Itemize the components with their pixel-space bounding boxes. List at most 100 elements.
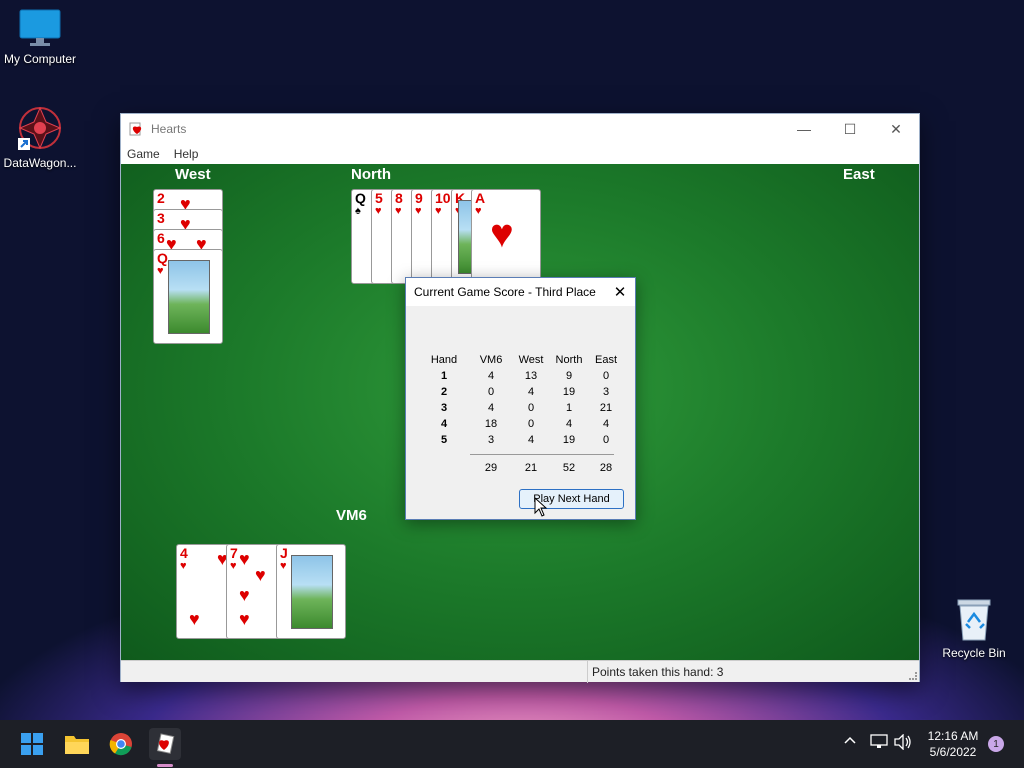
totals-row: 29 21 52 28	[420, 462, 622, 474]
card-rank: 7	[230, 545, 238, 561]
recycle-bin-icon	[957, 599, 991, 641]
score-cell: 0	[602, 370, 610, 382]
score-cell: 0	[602, 434, 610, 446]
desktop-icon-my-computer[interactable]: My Computer	[0, 8, 80, 66]
windows-logo-icon	[21, 733, 43, 755]
datawagon-icon	[18, 106, 62, 150]
hand-number: 5	[440, 434, 448, 446]
north-card: A ♥ ♥	[471, 189, 541, 284]
column-header: West	[518, 354, 544, 366]
system-clock[interactable]: 12:16 AM 5/6/2022	[920, 728, 986, 760]
hearts-app-icon	[129, 122, 142, 136]
score-row: 1 4 13 9 0	[420, 368, 622, 384]
notification-badge[interactable]: 1	[988, 736, 1004, 752]
heart-pip-icon: ♥	[475, 205, 482, 217]
heart-pip-icon: ♥	[280, 560, 287, 572]
column-header: Hand	[430, 354, 458, 366]
card-rank: 4	[180, 545, 188, 561]
card-rank: J	[280, 545, 288, 561]
heart-pip-icon: ♥	[239, 585, 250, 605]
status-points: Points taken this hand: 3	[587, 661, 723, 683]
folder-icon	[65, 736, 89, 754]
card-rank: 9	[415, 190, 423, 206]
player-name-west: West	[175, 166, 211, 183]
taskbar-file-explorer[interactable]	[61, 728, 93, 760]
hand-number: 3	[440, 402, 448, 414]
column-header: VM6	[479, 354, 503, 366]
score-cell: 0	[527, 418, 535, 430]
start-button[interactable]	[16, 728, 48, 760]
desktop-icon-label: My Computer	[3, 52, 77, 66]
taskbar-chrome[interactable]	[105, 728, 137, 760]
column-header: East	[594, 354, 617, 366]
score-table: Hand VM6 West North East 1 4 13 9 0 2 0 …	[420, 352, 622, 448]
heart-pip-icon: ♥	[157, 265, 164, 277]
score-row: 2 0 4 19 3	[420, 384, 622, 400]
network-button[interactable]	[870, 734, 888, 753]
desktop-icon-datawagon[interactable]: DataWagon...	[0, 104, 80, 170]
score-dialog: Current Game Score - Third Place ✕ Hand …	[405, 277, 636, 520]
card-rank: 3	[157, 210, 165, 226]
heart-pip-icon: ♥	[189, 609, 200, 629]
clock-time: 12:16 AM	[927, 729, 979, 743]
score-row: 5 3 4 19 0	[420, 432, 622, 448]
hand-number: 4	[440, 418, 448, 430]
player-card[interactable]: J ♥	[276, 544, 346, 639]
clock-date: 5/6/2022	[929, 745, 977, 759]
score-cell: 13	[524, 370, 538, 382]
desktop-icon-label: Recycle Bin	[942, 646, 1006, 660]
card-rank: 6	[157, 230, 165, 246]
window-title: Hearts	[151, 122, 187, 136]
score-cell: 21	[599, 402, 613, 414]
desktop-icon-label: DataWagon...	[3, 156, 77, 170]
heart-pip-icon: ♥	[239, 609, 250, 629]
score-cell: 3	[602, 386, 610, 398]
maximize-button[interactable]: ☐	[827, 114, 873, 144]
score-cell: 4	[487, 402, 495, 414]
player-name-north: North	[351, 166, 391, 183]
hearts-app-icon	[156, 733, 175, 754]
card-rank: Q	[157, 250, 168, 266]
heart-pip-icon: ♥	[415, 205, 422, 217]
chevron-up-icon	[844, 736, 856, 744]
volume-button[interactable]	[894, 733, 912, 753]
menu-help[interactable]: Help	[174, 147, 199, 161]
close-button[interactable]: ✕	[873, 114, 919, 144]
heart-pip-icon: ♥	[239, 549, 250, 569]
menu-game[interactable]: Game	[127, 147, 160, 161]
heart-pip-icon: ♥	[255, 565, 266, 585]
speaker-icon	[894, 733, 911, 751]
title-bar[interactable]: Hearts — ☐ ✕	[121, 114, 919, 144]
score-row: 4 18 0 4 4	[420, 416, 622, 432]
dialog-close-button[interactable]: ✕	[605, 278, 635, 306]
minimize-button[interactable]: —	[781, 114, 827, 144]
player-name-east: East	[843, 166, 875, 183]
monitor-icon	[19, 9, 61, 46]
jack-card-art	[291, 555, 333, 629]
heart-pip-icon: ♥	[395, 205, 402, 217]
heart-pip-icon: ♥	[230, 560, 237, 572]
menu-bar: Game Help	[121, 144, 919, 164]
total-cell: 21	[524, 462, 538, 474]
score-cell: 4	[602, 418, 610, 430]
taskbar-hearts[interactable]	[149, 728, 181, 760]
spade-pip-icon: ♠	[355, 205, 361, 217]
show-hidden-icons-button[interactable]	[844, 734, 856, 750]
card-rank: Q	[355, 190, 366, 206]
dialog-title-bar[interactable]: Current Game Score - Third Place ✕	[406, 278, 635, 306]
resize-grip-icon[interactable]	[909, 672, 917, 680]
score-cell: 4	[487, 370, 495, 382]
score-cell: 4	[527, 386, 535, 398]
card-rank: A	[475, 190, 486, 206]
score-cell: 4	[565, 418, 573, 430]
desktop-icon-recycle-bin[interactable]: Recycle Bin	[934, 596, 1014, 660]
column-header: North	[555, 354, 583, 366]
total-cell: 28	[599, 462, 613, 474]
hand-number: 1	[440, 370, 448, 382]
hand-number: 2	[440, 386, 448, 398]
score-cell: 0	[527, 402, 535, 414]
score-cell: 19	[562, 386, 576, 398]
queen-card-art	[168, 260, 210, 334]
dialog-title: Current Game Score - Third Place	[414, 285, 596, 299]
score-cell: 4	[527, 434, 535, 446]
